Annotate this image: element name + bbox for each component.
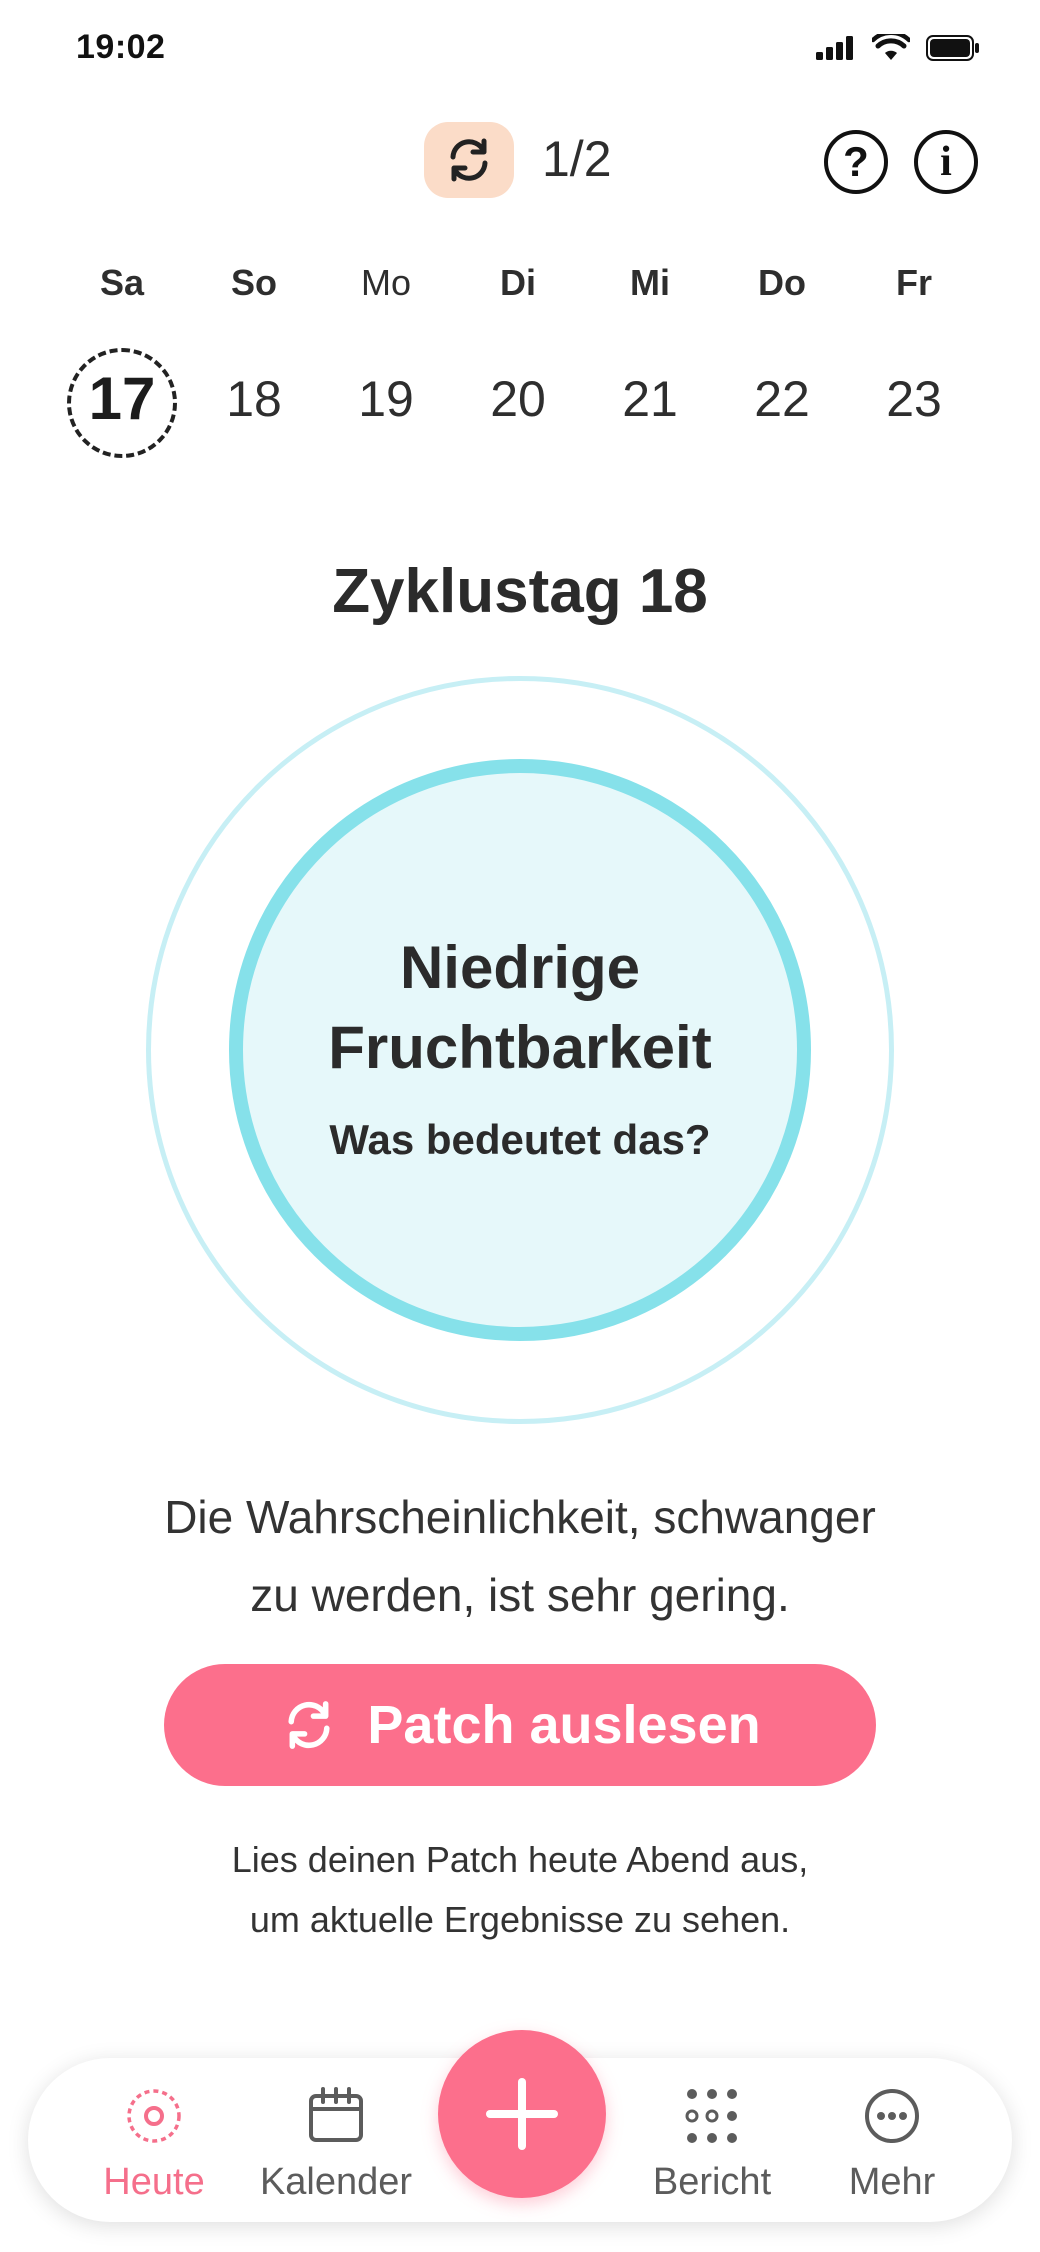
signal-icon [816, 36, 853, 60]
cycle-counter: 1/2 [542, 131, 612, 187]
nav-label-today: Heute [103, 2161, 205, 2203]
calendar-icon [309, 2087, 363, 2142]
sync-status-button[interactable] [424, 122, 514, 198]
more-icon [865, 2089, 919, 2143]
wifi-icon [872, 34, 910, 60]
nav-item-today[interactable]: Heute [64, 2086, 244, 2204]
fertility-status-line2: Fruchtbarkeit [328, 1014, 712, 1081]
day-20[interactable]: 20 [458, 370, 578, 428]
nav-item-more[interactable]: Mehr [802, 2086, 982, 2204]
description-line1: Die Wahrscheinlichkeit, schwanger [164, 1491, 876, 1543]
sync-icon [288, 1701, 330, 1749]
read-patch-label: Patch auslesen [367, 1695, 761, 1755]
day-21[interactable]: 21 [590, 370, 710, 428]
read-patch-button[interactable]: Patch auslesen [164, 1664, 876, 1786]
hint-line1: Lies deinen Patch heute Abend aus, [231, 1839, 809, 1880]
read-patch-hint: Lies deinen Patch heute Abend aus, um ak… [0, 1830, 1040, 1950]
fertility-explain-link[interactable]: Was bedeutet das? [229, 1116, 811, 1164]
status-icons [816, 34, 980, 62]
day-22[interactable]: 22 [722, 370, 842, 428]
weekday-fr: Fr [896, 262, 932, 303]
day-23[interactable]: 23 [854, 370, 974, 428]
fertility-status-line1: Niedrige [399, 934, 641, 1001]
weekday-so: So [230, 262, 277, 303]
probability-description: Die Wahrscheinlichkeit, schwanger zu wer… [0, 1478, 1040, 1634]
sync-icon [450, 138, 488, 182]
report-dots-icon [685, 2089, 737, 2143]
weekday-mi: Mi [630, 262, 670, 303]
info-button[interactable]: i [914, 130, 978, 194]
nav-item-calendar[interactable]: Kalender [246, 2086, 426, 2204]
weekday-sa: Sa [99, 262, 145, 303]
help-button[interactable]: ? [824, 130, 888, 194]
plus-icon [486, 2078, 558, 2150]
status-time: 19:02 [76, 28, 166, 66]
today-icon [127, 2089, 181, 2143]
nav-item-report[interactable]: Bericht [622, 2086, 802, 2204]
weekday-di: Di [500, 262, 536, 303]
info-icon: i [940, 139, 952, 185]
day-18[interactable]: 18 [194, 370, 314, 428]
weekday-mo: Mo [360, 262, 411, 303]
weekday-do: Do [758, 262, 806, 303]
day-17[interactable]: 17 [62, 364, 182, 433]
cycle-day-title: Zyklustag 18 [332, 557, 708, 626]
description-line2: zu werden, ist sehr gering. [250, 1569, 790, 1621]
nav-label-more: Mehr [848, 2161, 936, 2203]
fertility-status: Niedrige Fruchtbarkeit [229, 928, 811, 1088]
hint-line2: um aktuelle Ergebnisse zu sehen. [249, 1899, 791, 1940]
nav-label-calendar: Kalender [259, 2161, 413, 2203]
day-19[interactable]: 19 [326, 370, 446, 428]
help-icon: ? [843, 138, 869, 185]
add-button[interactable] [438, 2030, 606, 2198]
battery-icon [926, 35, 979, 61]
nav-label-report: Bericht [652, 2161, 772, 2203]
